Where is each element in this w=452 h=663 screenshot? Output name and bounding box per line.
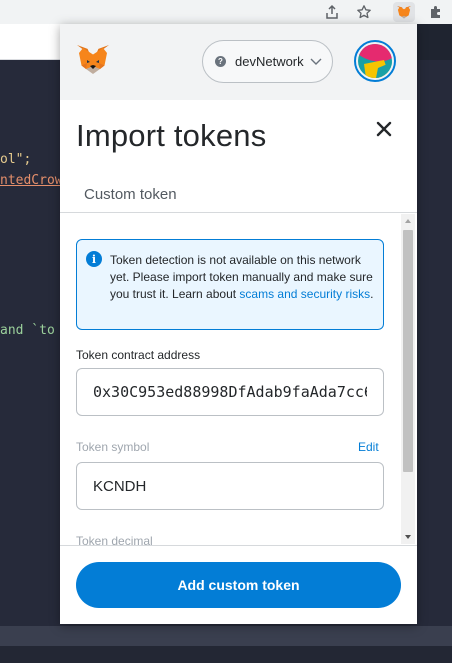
code-line: ol"; [0,152,32,167]
notice-end: . [370,287,374,301]
page-title: Import tokens [76,118,267,153]
contract-address-label: Token contract address [76,348,201,362]
scroll-up-arrow-icon[interactable] [401,214,415,228]
scams-link[interactable]: scams and security risks [239,287,370,301]
token-detection-notice: i Token detection is not available on th… [76,239,384,330]
network-selector[interactable]: ? devNetwork [202,40,333,83]
chevron-down-icon [310,58,322,65]
form-scroll-area[interactable]: i Token detection is not available on th… [60,213,417,545]
scrollbar[interactable] [401,214,415,544]
editor-bottom-strip [0,646,452,663]
metamask-popup: ? devNetwork Import tokens Custom token … [60,24,417,624]
share-icon[interactable] [321,2,343,22]
scrollbar-thumb[interactable] [403,230,413,472]
token-symbol-label: Token symbol [76,440,150,454]
token-symbol-input[interactable] [76,462,384,510]
metamask-extension-icon[interactable] [393,2,415,22]
symbol-edit-link[interactable]: Edit [358,440,379,454]
code-line: and `to [0,323,55,338]
editor-status-bar [0,626,452,646]
add-custom-token-button[interactable]: Add custom token [76,562,401,608]
account-avatar[interactable] [354,40,396,82]
network-name: devNetwork [235,54,304,69]
extensions-puzzle-icon[interactable] [425,2,447,22]
footer-divider [60,545,417,546]
tab-custom-token[interactable]: Custom token [84,186,177,203]
address-bar-fragment [0,24,60,60]
metamask-fox-icon[interactable] [76,44,110,76]
popup-header: ? devNetwork [60,24,417,100]
close-icon[interactable] [374,119,394,139]
bookmark-star-icon[interactable] [353,2,375,22]
identicon-icon [358,44,392,78]
token-decimal-label: Token decimal [76,534,153,545]
scroll-down-arrow-icon[interactable] [401,530,415,544]
contract-address-input[interactable] [76,368,384,416]
browser-toolbar [0,0,452,24]
question-icon: ? [215,56,226,67]
info-icon: i [86,251,102,267]
